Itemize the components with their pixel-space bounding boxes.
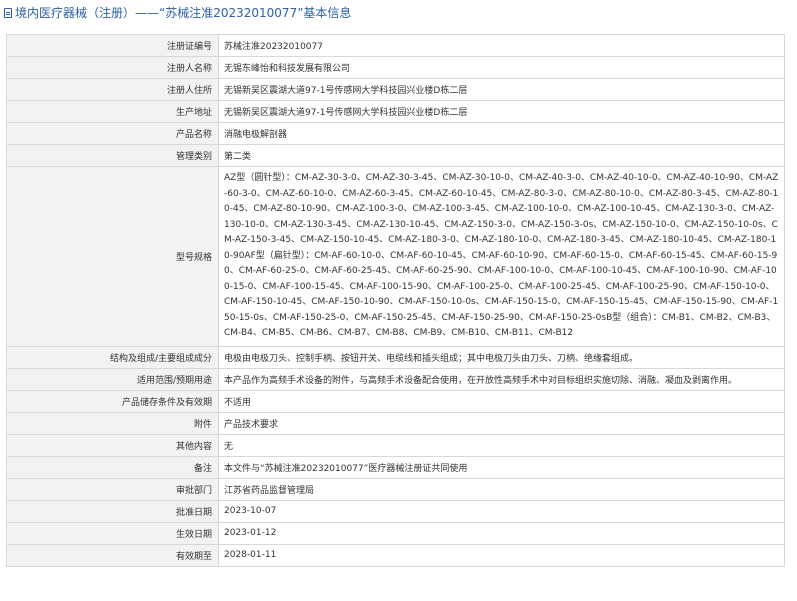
row-label: 注册证编号 <box>6 34 219 57</box>
row-label: 注册人住所 <box>6 78 219 101</box>
info-table: 注册证编号 苏械注准20232010077 注册人名称 无锡东峰怡和科技发展有限… <box>6 34 785 567</box>
row-value-models: AZ型（圆针型）：CM-AZ-30-3-0、CM-AZ-30-3-45、CM-A… <box>218 166 785 347</box>
table-row: 注册人名称 无锡东峰怡和科技发展有限公司 <box>6 56 785 79</box>
row-label: 注册人名称 <box>6 56 219 79</box>
row-label: 管理类别 <box>6 144 219 167</box>
row-label: 备注 <box>6 455 219 479</box>
row-label: 附件 <box>6 411 219 435</box>
table-row: 结构及组成/主要组成成分 电极由电极刀头、控制手柄、按钮开关、电缆线和插头组成；… <box>6 345 785 369</box>
row-label: 批准日期 <box>6 499 219 523</box>
page-title: 境内医疗器械（注册）——“苏械注准20232010077”基本信息 <box>15 6 352 20</box>
page-header: 境内医疗器械（注册）——“苏械注准20232010077”基本信息 <box>0 0 797 26</box>
table-row: 适用范围/预期用途 本产品作为高频手术设备的附件，与高频手术设备配合使用，在开放… <box>6 367 785 391</box>
table-row: 管理类别 第二类 <box>6 144 785 167</box>
row-value: 第二类 <box>218 144 785 167</box>
table-row: 生效日期 2023-01-12 <box>6 521 785 545</box>
row-value: 2028-01-11 <box>218 543 785 567</box>
row-value: 江苏省药品监督管理局 <box>218 477 785 501</box>
row-value: 产品技术要求 <box>218 411 785 435</box>
row-value: 本文件与“苏械注准20232010077”医疗器械注册证共同使用 <box>218 455 785 479</box>
row-value: 消融电极解剖器 <box>218 122 785 145</box>
row-value: 不适用 <box>218 389 785 413</box>
row-label: 审批部门 <box>6 477 219 501</box>
table-row: 审批部门 江苏省药品监督管理局 <box>6 477 785 501</box>
table-row: 批准日期 2023-10-07 <box>6 499 785 523</box>
row-label: 生产地址 <box>6 100 219 123</box>
row-value: 无锡新吴区震湖大道97-1号传感网大学科技园兴业楼D栋二层 <box>218 100 785 123</box>
table-row: 注册证编号 苏械注准20232010077 <box>6 34 785 57</box>
row-value: 无锡东峰怡和科技发展有限公司 <box>218 56 785 79</box>
table-row: 备注 本文件与“苏械注准20232010077”医疗器械注册证共同使用 <box>6 455 785 479</box>
table-row: 型号规格 AZ型（圆针型）：CM-AZ-30-3-0、CM-AZ-30-3-45… <box>6 166 785 347</box>
table-row: 有效期至 2028-01-11 <box>6 543 785 567</box>
row-label: 结构及组成/主要组成成分 <box>6 345 219 369</box>
table-row: 生产地址 无锡新吴区震湖大道97-1号传感网大学科技园兴业楼D栋二层 <box>6 100 785 123</box>
row-value: 苏械注准20232010077 <box>218 34 785 57</box>
row-label: 适用范围/预期用途 <box>6 367 219 391</box>
table-row: 其他内容 无 <box>6 433 785 457</box>
row-label: 其他内容 <box>6 433 219 457</box>
row-label: 产品储存条件及有效期 <box>6 389 219 413</box>
table-row: 产品名称 消融电极解剖器 <box>6 122 785 145</box>
row-label: 有效期至 <box>6 543 219 567</box>
row-value: 2023-10-07 <box>218 499 785 523</box>
row-value: 2023-01-12 <box>218 521 785 545</box>
row-value: 本产品作为高频手术设备的附件，与高频手术设备配合使用，在开放性高频手术中对目标组… <box>218 367 785 391</box>
row-value: 无 <box>218 433 785 457</box>
row-label: 型号规格 <box>6 166 219 347</box>
document-icon <box>4 8 12 18</box>
row-label: 生效日期 <box>6 521 219 545</box>
row-value: 无锡新吴区震湖大道97-1号传感网大学科技园兴业楼D栋二层 <box>218 78 785 101</box>
table-row: 注册人住所 无锡新吴区震湖大道97-1号传感网大学科技园兴业楼D栋二层 <box>6 78 785 101</box>
table-row: 附件 产品技术要求 <box>6 411 785 435</box>
row-value: 电极由电极刀头、控制手柄、按钮开关、电缆线和插头组成；其中电极刀头由刀头、刀柄、… <box>218 345 785 369</box>
table-row: 产品储存条件及有效期 不适用 <box>6 389 785 413</box>
row-label: 产品名称 <box>6 122 219 145</box>
